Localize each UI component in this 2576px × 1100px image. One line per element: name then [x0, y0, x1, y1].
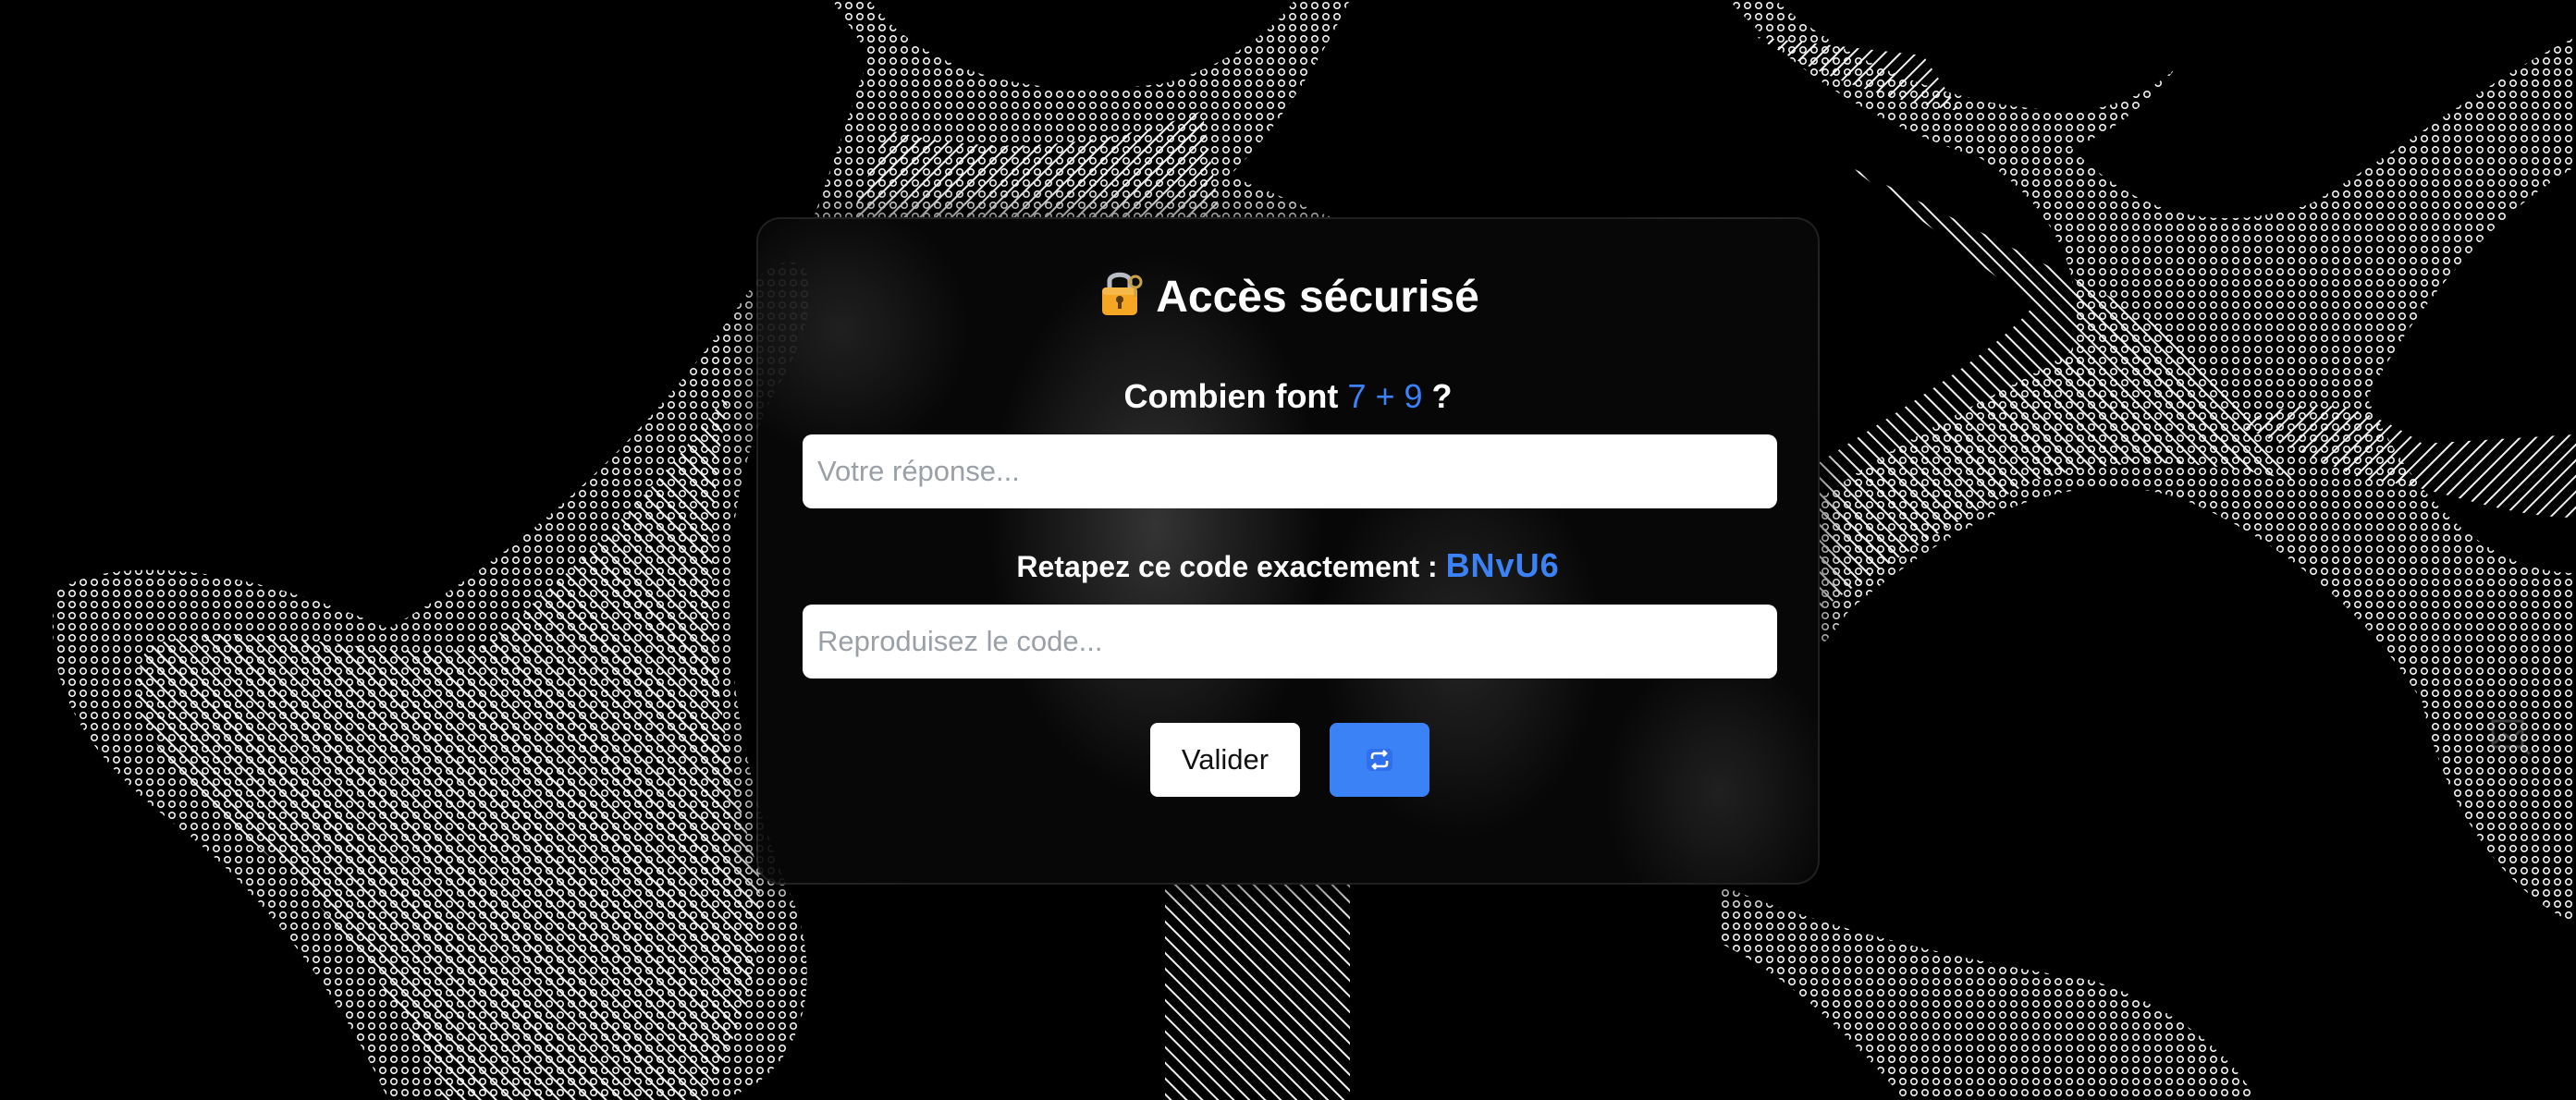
math-question-suffix: ? [1431, 377, 1453, 415]
secure-access-dialog: Accès sécurisé Combien font 7 + 9 ? Reta… [756, 217, 1820, 885]
code-prompt: Retapez ce code exactement : BNvU6 [758, 545, 1818, 587]
dialog-title-text: Accès sécurisé [1156, 273, 1479, 322]
refresh-icon [1367, 749, 1392, 771]
math-expression: 7 + 9 [1347, 377, 1423, 415]
math-question-prefix: Combien font [1123, 377, 1339, 415]
captcha-code: BNvU6 [1445, 546, 1560, 584]
lock-key-icon [1102, 272, 1143, 315]
image-placeholder-icon [2491, 719, 2532, 756]
code-input[interactable] [803, 605, 1777, 678]
code-prompt-label: Retapez ce code exactement : [1016, 550, 1438, 583]
math-question: Combien font 7 + 9 ? [758, 376, 1818, 417]
validate-button[interactable]: Valider [1150, 723, 1300, 797]
refresh-button[interactable] [1330, 723, 1429, 797]
page: Accès sécurisé Combien font 7 + 9 ? Reta… [0, 0, 2576, 1100]
dialog-title: Accès sécurisé [758, 267, 1818, 325]
answer-input[interactable] [803, 434, 1777, 508]
